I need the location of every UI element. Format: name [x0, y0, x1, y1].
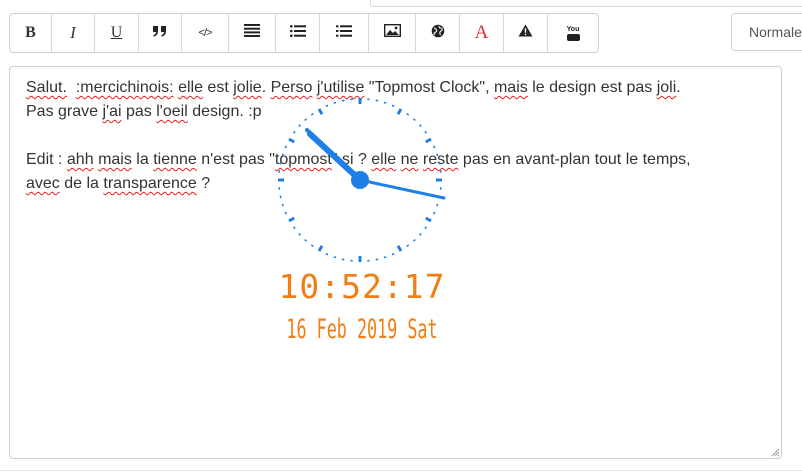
text-span [67, 79, 76, 96]
youtube-icon: You [566, 26, 580, 41]
clock-minute-tick [424, 226, 428, 230]
clock-hour-tick [396, 245, 403, 252]
clock-minute-tick [284, 211, 288, 215]
code-icon: </> [198, 27, 213, 39]
text-span: tienne [153, 151, 197, 168]
clock-hour-tick [317, 245, 324, 252]
second-hand [358, 178, 446, 200]
text-span: pas en avant-plan tout le temps, [458, 151, 691, 168]
clock-hour-tick [396, 108, 403, 115]
clock-minute-tick [406, 244, 410, 248]
text-span: Edit : [26, 151, 67, 168]
clock-minute-tick [292, 130, 296, 134]
clock-minute-tick [310, 244, 314, 248]
text-span: mais [493, 79, 528, 96]
editor-toolbar: B I U </> A You [9, 13, 599, 53]
clock-hour-tick [425, 137, 432, 144]
bold-icon: B [25, 24, 36, 41]
text-span: pas [121, 103, 157, 120]
clock-minute-tick [325, 104, 329, 108]
text-span: :mercichinois: [75, 79, 174, 96]
italic-button[interactable]: I [52, 14, 95, 52]
text-span: transparence [103, 175, 197, 192]
clock-minute-tick [412, 238, 416, 242]
clock-minute-tick [418, 124, 422, 128]
clock-minute-tick [298, 232, 302, 236]
image-button[interactable] [369, 14, 416, 52]
list-button[interactable] [229, 14, 276, 52]
clock-center [351, 171, 369, 189]
globe-icon [431, 24, 445, 43]
text-span: mais [98, 151, 132, 168]
text-span: le design est pas [527, 79, 657, 96]
text-span: Salut. [26, 79, 67, 96]
quote-icon [152, 24, 168, 42]
clock-minute-tick [292, 226, 296, 230]
code-button[interactable]: </> [182, 14, 229, 52]
clock-hour-tick [317, 108, 324, 115]
font-color-icon: A [474, 22, 489, 43]
bullet-list-button[interactable] [276, 14, 320, 52]
clock-minute-tick [432, 211, 436, 215]
numbered-list-button[interactable] [320, 14, 369, 52]
clock-minute-tick [304, 118, 308, 122]
clock-minute-tick [406, 112, 410, 116]
clock-minute-tick [304, 238, 308, 242]
text-span: ahh [66, 151, 94, 168]
text-span: ? [196, 175, 211, 192]
clock-minute-tick [325, 252, 329, 256]
image-icon [383, 23, 401, 42]
paragraph-format-select[interactable]: Normale [731, 13, 802, 51]
clock-hour-tick [288, 137, 295, 144]
warning-button[interactable] [504, 14, 548, 52]
text-span: joli [656, 79, 677, 96]
text-span: de la [59, 175, 104, 192]
quote-button[interactable] [139, 14, 182, 52]
clock-minute-tick [284, 145, 288, 149]
clock-minute-tick [418, 232, 422, 236]
text-span: Pas grave [26, 103, 103, 120]
clock-hour-tick [288, 216, 295, 223]
text-span: la [131, 151, 154, 168]
bold-button[interactable]: B [10, 14, 52, 52]
text-span: jolie [233, 79, 262, 96]
clock-minute-tick [298, 124, 302, 128]
numbered-list-icon [336, 24, 352, 42]
clock-minute-tick [310, 112, 314, 116]
bullet-list-icon [289, 24, 306, 42]
text-span: design. :p [187, 103, 262, 120]
text-span: . [676, 79, 681, 96]
text-span: l'oeil [156, 103, 188, 120]
text-span: est [202, 79, 234, 96]
underline-button[interactable]: U [95, 14, 139, 52]
clock-minute-tick [424, 130, 428, 134]
clock-minute-tick [391, 104, 395, 108]
text-span: elle [178, 79, 203, 96]
clock-time: 10:52:17 [278, 267, 446, 306]
warning-icon [518, 24, 533, 42]
text-span: avec [26, 175, 60, 192]
minute-hand [305, 128, 362, 182]
link-button[interactable] [416, 14, 460, 52]
clock-minute-tick [432, 145, 436, 149]
clock-date: 16 Feb 2019 Sat [286, 314, 438, 345]
text-span: n'est pas " [196, 151, 275, 168]
resize-handle-icon[interactable] [770, 447, 780, 457]
clock-face[interactable] [270, 88, 454, 270]
clock-minute-tick [391, 252, 395, 256]
text-color-button[interactable]: A [460, 14, 504, 52]
underline-icon: U [110, 24, 123, 41]
italic-icon: I [70, 23, 76, 42]
list-icon [244, 24, 260, 42]
bottom-divider [0, 470, 802, 471]
clock-hour-tick [425, 216, 432, 223]
top-panel-edge [370, 0, 802, 7]
youtube-button[interactable]: You [548, 14, 598, 52]
text-span: j'ai [102, 103, 122, 120]
clock-minute-tick [412, 118, 416, 122]
